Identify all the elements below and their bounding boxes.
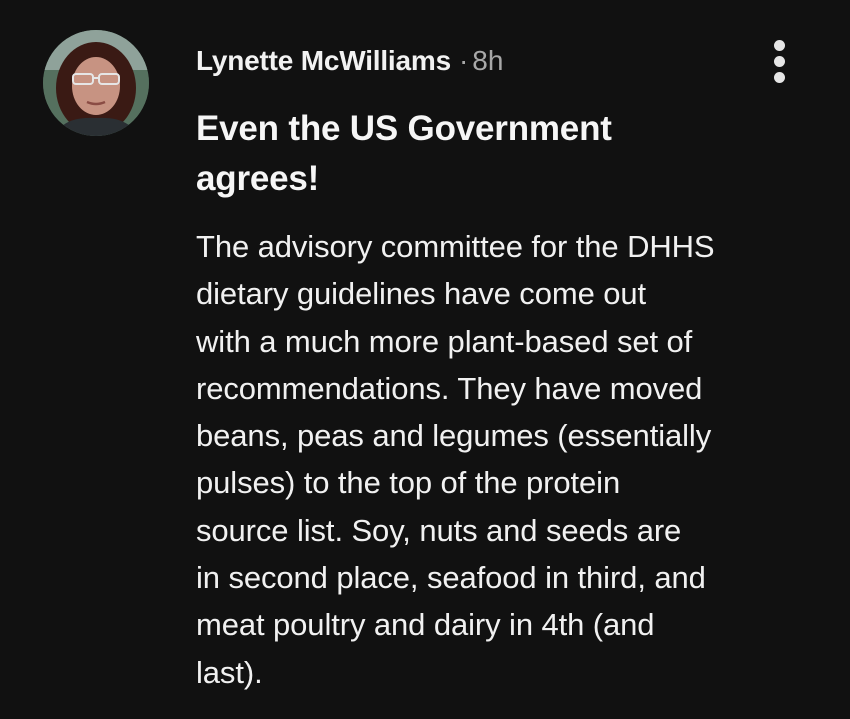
post-card: Lynette McWilliams · 8h Even the US Govern… <box>0 0 850 719</box>
post-timestamp: 8h <box>472 45 504 76</box>
post-body: The advisory committee for the DHHS diet… <box>196 229 715 690</box>
more-options-button[interactable] <box>763 38 797 86</box>
avatar[interactable] <box>43 30 149 136</box>
post-header: Lynette McWilliams · 8h <box>196 43 503 79</box>
profile-photo-icon <box>43 30 149 136</box>
meta-separator: · <box>458 45 469 76</box>
author-name[interactable]: Lynette McWilliams <box>196 45 451 76</box>
more-vertical-icon <box>774 72 785 83</box>
more-vertical-icon <box>774 56 785 67</box>
post-title: Even the US Government agrees! <box>196 109 612 198</box>
more-vertical-icon <box>774 40 785 51</box>
